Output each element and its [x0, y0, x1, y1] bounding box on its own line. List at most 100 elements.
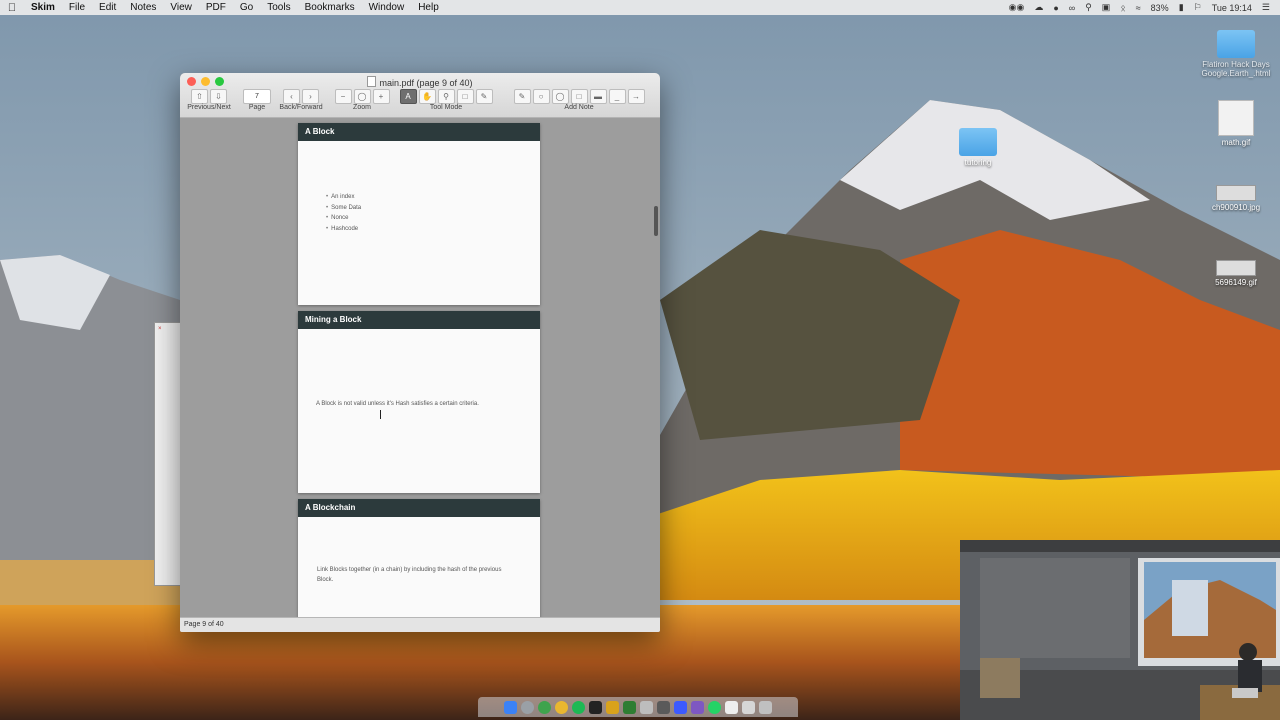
toolbar-tool-mode: A ✋ ⚲ □ ✎ Tool Mode — [398, 89, 494, 111]
toolbar-back-forward: ‹ › Back/Forward — [276, 89, 326, 111]
finder-icon[interactable] — [504, 700, 517, 714]
launchpad-icon[interactable] — [521, 700, 534, 714]
visual-studio-icon[interactable] — [691, 700, 704, 714]
toolbar-label-zoom: Zoom — [353, 104, 371, 111]
circle-note-icon[interactable]: ◯ — [551, 89, 569, 104]
desktop-icon-label: math.gif — [1221, 138, 1251, 147]
slide-text: Link Blocks together (in a chain) by inc… — [317, 567, 502, 583]
desktop-icon-ch900910-jpg[interactable]: ch900910.jpg — [1196, 185, 1276, 212]
menu-view[interactable]: View — [163, 2, 199, 13]
menu-list-icon[interactable]: ☰ — [1262, 2, 1270, 13]
slide-body: A Block is not valid unless it's Hash sa… — [298, 329, 540, 493]
xcode-icon[interactable] — [674, 700, 687, 714]
note-tool-icon[interactable]: ✎ — [475, 89, 493, 104]
status-bar: Page 9 of 40 — [180, 617, 660, 632]
menu-edit[interactable]: Edit — [92, 2, 123, 13]
vertical-scrollbar[interactable] — [652, 118, 660, 618]
desktop-icon-label: tutoring — [964, 158, 992, 167]
notification-icon[interactable]: ● — [1053, 3, 1058, 13]
chrome-icon[interactable] — [555, 700, 568, 714]
creative-cloud-icon[interactable]: ∞ — [1069, 3, 1075, 13]
anchored-note-icon[interactable]: ○ — [532, 89, 550, 104]
pdf-page-a-block[interactable]: A Block An index Some Data Nonce Hashcod… — [298, 123, 540, 305]
menu-help[interactable]: Help — [411, 2, 446, 13]
page-number-field[interactable]: 7 — [243, 89, 271, 104]
menu-window[interactable]: Window — [362, 2, 412, 13]
photos-icon[interactable] — [640, 700, 653, 714]
terminal-icon[interactable] — [589, 700, 602, 714]
pdf-page-a-blockchain[interactable]: A Blockchain Link Blocks together (in a … — [298, 499, 540, 618]
menu-pdf[interactable]: PDF — [199, 2, 233, 13]
text-cursor-ibeam-icon — [380, 410, 381, 419]
toolbar: ⇧ ⇩ Previous/Next 7 Page ‹ › Back/Forwar… — [180, 89, 660, 115]
toolbar-label-previous-next: Previous/Next — [187, 104, 231, 111]
menu-go[interactable]: Go — [233, 2, 260, 13]
desktop-icon-tutoring[interactable]: tutoring — [938, 128, 1018, 167]
image-file-icon — [1216, 260, 1256, 276]
input-source-flag-icon[interactable]: ⚐ — [1194, 2, 1202, 13]
list-item: An index — [326, 194, 361, 200]
battery-percent[interactable]: 83% — [1151, 3, 1169, 13]
window-titlebar[interactable]: main.pdf (page 9 of 40) ⇧ ⇩ Previous/Nex… — [180, 73, 660, 118]
actual-size-icon[interactable]: ◯ — [353, 89, 371, 104]
next-page-button[interactable]: ⇩ — [210, 89, 227, 104]
wifi-icon[interactable]: ≈ — [1136, 3, 1141, 13]
spotlight-search-icon[interactable]: ⚲ — [1085, 2, 1092, 13]
app-store-icon[interactable] — [623, 700, 636, 714]
desktop-icon-math-gif[interactable]: math.gif — [1196, 100, 1276, 147]
apple-menu-icon[interactable]:  — [0, 2, 24, 14]
menu-app-skim[interactable]: Skim — [24, 2, 62, 13]
magnify-tool-icon[interactable]: ⚲ — [437, 89, 455, 104]
image-file-icon — [1218, 100, 1254, 136]
pdf-page-mining-a-block[interactable]: Mining a Block A Block is not valid unle… — [298, 311, 540, 493]
menu-bar:  Skim File Edit Notes View PDF Go Tools… — [0, 0, 1280, 15]
back-button[interactable]: ‹ — [283, 89, 300, 104]
background-terminal-window[interactable]: × — [154, 322, 182, 586]
document-icon[interactable] — [725, 700, 738, 714]
menu-file[interactable]: File — [62, 2, 92, 13]
spotify-icon[interactable] — [572, 700, 585, 714]
box-note-icon[interactable]: □ — [570, 89, 588, 104]
text-tool-icon[interactable]: A — [399, 89, 417, 104]
window-title: main.pdf (page 9 of 40) — [180, 76, 660, 88]
line-note-icon[interactable]: → — [627, 89, 645, 104]
whatsapp-icon[interactable] — [708, 700, 721, 714]
menu-bookmarks[interactable]: Bookmarks — [298, 2, 362, 13]
slide-title: A Blockchain — [298, 499, 540, 517]
desktop-icon-label: 5696149.gif — [1215, 278, 1257, 287]
highlight-note-icon[interactable]: ▬ — [589, 89, 607, 104]
desktop-icon-label: Flatiron Hack Days Google.Earth_.html — [1201, 60, 1271, 78]
zoom-out-icon[interactable]: − — [334, 89, 352, 104]
select-tool-icon[interactable]: □ — [456, 89, 474, 104]
zoom-in-icon[interactable]: + — [372, 89, 390, 104]
folder-icon — [959, 128, 997, 156]
sublime-text-icon[interactable] — [606, 700, 619, 714]
folder-icon — [1217, 30, 1255, 58]
menu-tools[interactable]: Tools — [260, 2, 297, 13]
menu-notes[interactable]: Notes — [123, 2, 163, 13]
slide-body: An index Some Data Nonce Hashcode — [298, 141, 540, 305]
scrollbar-thumb[interactable] — [654, 206, 658, 236]
previous-page-button[interactable]: ⇧ — [191, 89, 208, 104]
downloads-stack-icon[interactable] — [742, 700, 755, 714]
display-icon[interactable]: ▣ — [1102, 2, 1111, 13]
forward-button[interactable]: › — [302, 89, 319, 104]
underline-note-icon[interactable]: _ — [608, 89, 626, 104]
list-item: Nonce — [326, 215, 361, 221]
trash-icon[interactable] — [759, 700, 772, 714]
close-icon[interactable]: × — [155, 323, 181, 334]
toolbar-label-tool-mode: Tool Mode — [429, 104, 463, 111]
menubar-clock[interactable]: Tue 19:14 — [1212, 3, 1252, 13]
activity-monitor-icon[interactable] — [657, 700, 670, 714]
pdf-content-area[interactable]: A Block An index Some Data Nonce Hashcod… — [180, 118, 660, 618]
bluetooth-icon[interactable]: ᛟ — [1120, 3, 1125, 13]
glasses-icon[interactable]: ◉◉ — [1009, 2, 1025, 13]
toolbar-label-add-note: Add Note — [564, 104, 594, 111]
desktop-icon-html-file[interactable]: Flatiron Hack Days Google.Earth_.html — [1196, 30, 1276, 78]
desktop-icon-5696149-gif[interactable]: 5696149.gif — [1196, 260, 1276, 287]
text-note-icon[interactable]: ✎ — [513, 89, 531, 104]
scroll-tool-hand-icon[interactable]: ✋ — [418, 89, 436, 104]
safari-icon[interactable] — [538, 700, 551, 714]
battery-icon[interactable]: ▮ — [1179, 2, 1184, 13]
cloud-icon[interactable]: ☁ — [1034, 2, 1043, 13]
